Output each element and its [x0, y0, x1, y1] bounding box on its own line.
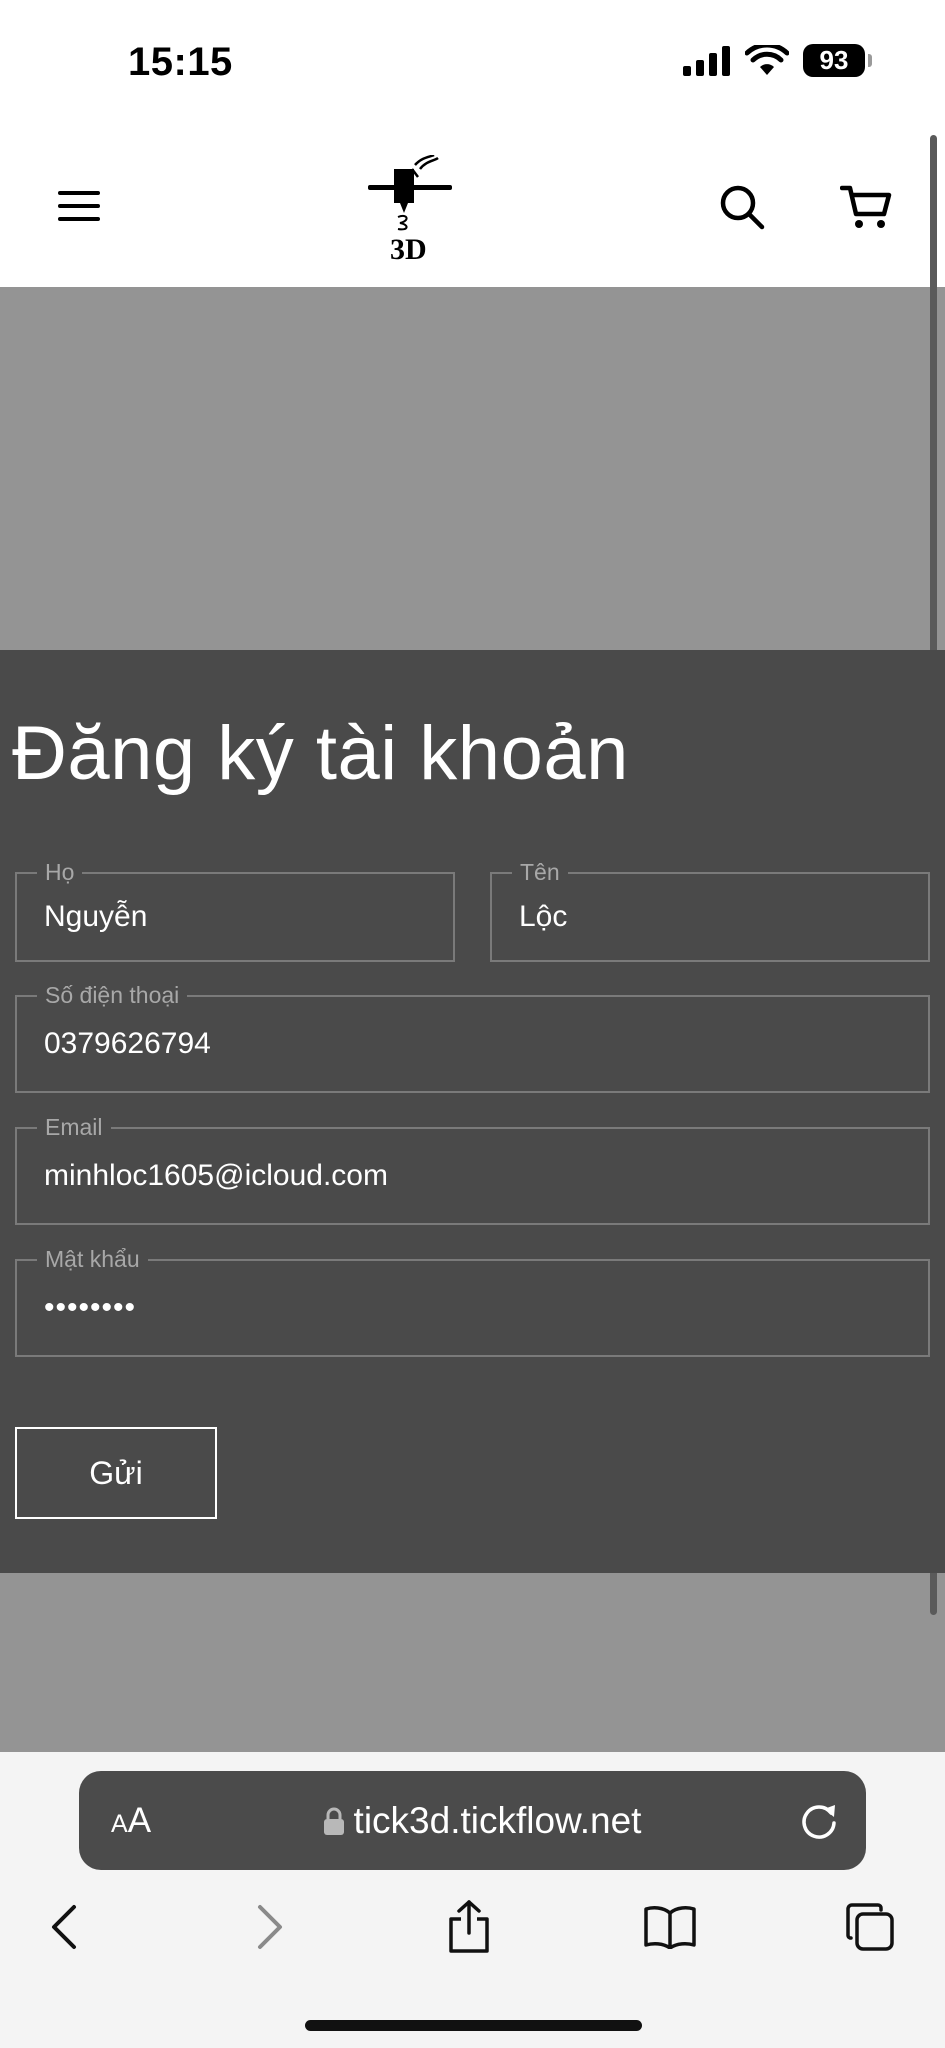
3d-printer-logo-icon: 3D [368, 153, 452, 266]
site-header: 3D [0, 125, 945, 287]
battery-indicator: 93 [803, 44, 872, 77]
bookmarks-button[interactable] [638, 1892, 702, 1962]
phone-value: 0379626794 [44, 1027, 211, 1060]
tabs-icon [846, 1903, 894, 1951]
url-display[interactable]: tick3d.tickflow.net [79, 1771, 866, 1870]
last-name-field[interactable]: Họ Nguyễn [15, 859, 455, 962]
hamburger-menu-icon [58, 191, 100, 221]
page-title: Đăng ký tài khoản [12, 711, 629, 796]
browser-nav-row [0, 1892, 945, 1962]
cart-button[interactable] [834, 175, 898, 239]
password-value: •••••••• [44, 1291, 137, 1324]
email-field[interactable]: Email minhloc1605@icloud.com [15, 1114, 930, 1225]
lock-icon [323, 1807, 344, 1835]
battery-tip [868, 54, 872, 67]
wifi-icon [745, 44, 789, 75]
chevron-right-icon [258, 1905, 282, 1949]
back-button[interactable] [32, 1892, 96, 1962]
home-indicator[interactable] [305, 2020, 642, 2031]
search-icon [720, 185, 765, 230]
phone-field[interactable]: Số điện thoại 0379626794 [15, 982, 930, 1093]
url-text: tick3d.tickflow.net [353, 1799, 642, 1841]
site-logo[interactable]: 3D [360, 153, 460, 267]
first-name-value: Lộc [519, 900, 568, 933]
submit-button[interactable]: Gửi [15, 1427, 217, 1519]
password-field[interactable]: Mật khẩu •••••••• [15, 1246, 930, 1357]
reload-icon[interactable] [798, 1799, 840, 1841]
status-time: 15:15 [128, 40, 233, 84]
status-bar: 15:15 93 [0, 0, 945, 125]
status-icons: 93 [683, 44, 872, 77]
battery-level: 93 [819, 45, 849, 75]
browser-toolbar: A A tick3d.tickflow.net [0, 1752, 945, 2048]
menu-button[interactable] [48, 175, 110, 237]
share-button[interactable] [437, 1892, 501, 1962]
cart-icon [840, 185, 892, 228]
forward-button[interactable] [238, 1892, 302, 1962]
registration-panel: Đăng ký tài khoản Họ Nguyễn Tên Lộc Số đ… [0, 650, 945, 1573]
first-name-field[interactable]: Tên Lộc [490, 859, 930, 962]
last-name-value: Nguyễn [44, 900, 148, 933]
search-button[interactable] [710, 175, 774, 239]
open-book-icon [644, 1906, 696, 1949]
chevron-left-icon [52, 1905, 76, 1949]
share-icon [449, 1900, 489, 1953]
tabs-button[interactable] [838, 1892, 902, 1962]
cellular-signal-icon [683, 45, 730, 76]
logo-text: 3D [390, 233, 427, 266]
address-bar[interactable]: A A tick3d.tickflow.net [79, 1771, 866, 1870]
email-value: minhloc1605@icloud.com [44, 1159, 388, 1192]
